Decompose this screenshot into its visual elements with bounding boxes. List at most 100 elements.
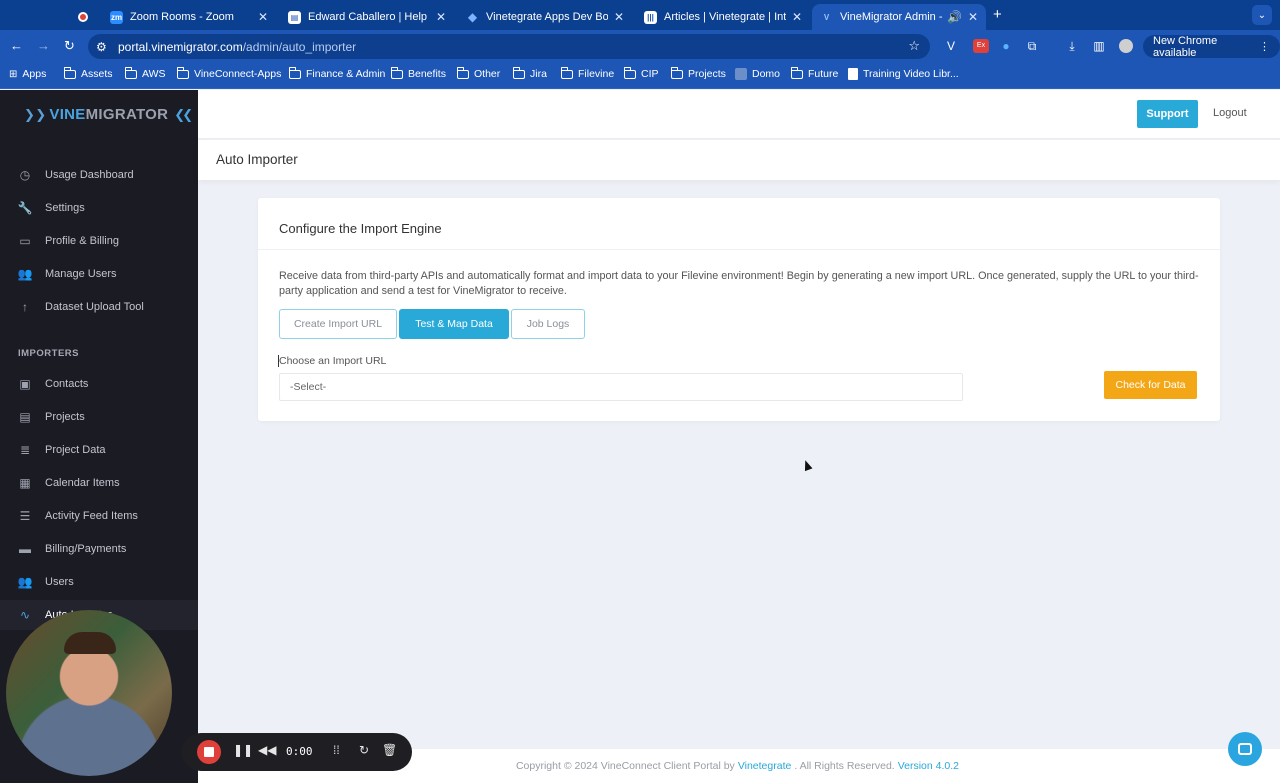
sidebar-item-label: Usage Dashboard <box>45 169 134 181</box>
restart-icon[interactable]: ↻ <box>359 743 369 757</box>
new-chrome-available-button[interactable]: New Chrome available ⋮ <box>1143 35 1280 59</box>
import-url-label: Choose an Import URL <box>277 355 387 367</box>
stop-recording-button[interactable] <box>197 740 221 764</box>
footer-copyright: Copyright © 2024 VineConnect Client Port… <box>515 760 735 772</box>
sidebar-item-dataset-upload-tool[interactable]: ↑ Dataset Upload Tool <box>0 292 198 322</box>
close-icon[interactable]: ✕ <box>436 10 446 24</box>
trash-icon[interactable]: 🗑 <box>382 743 397 757</box>
bookmark-folder[interactable]: Filevine <box>560 66 615 80</box>
sidebar-item-manage-users[interactable]: 👥 Manage Users <box>0 259 198 289</box>
back-arrow-icon[interactable]: ← <box>10 38 23 53</box>
vine-extension-icon[interactable]: V <box>944 39 958 53</box>
bookmark-folder[interactable]: Projects <box>670 66 726 80</box>
folder-icon <box>512 66 525 79</box>
bookmark-label: Domo <box>752 68 781 80</box>
tab-test-map-data[interactable]: Test & Map Data <box>399 309 509 339</box>
pause-icon[interactable]: ❚❚ <box>233 743 253 757</box>
bookmark-folder[interactable]: Other <box>456 66 500 80</box>
profile-avatar-icon[interactable] <box>1119 39 1133 53</box>
helpdesk-icon: ▤ <box>288 10 301 24</box>
sidebar-item-billing-payments[interactable]: ▬ Billing/Payments <box>0 534 198 564</box>
zoom-extension-icon[interactable]: ● <box>999 39 1013 53</box>
bookmark-domo[interactable]: Domo <box>735 68 780 80</box>
browser-tab[interactable]: ◆ Vinetegrate Apps Dev Board - ✕ <box>458 4 632 30</box>
calendar-icon: ▦ <box>19 476 31 490</box>
browser-tab-active[interactable]: V VineMigrator Admin - Auto 🔊 ✕ <box>812 4 986 30</box>
forward-arrow-icon[interactable]: → <box>37 38 50 53</box>
logout-link[interactable]: Logout <box>1213 107 1247 119</box>
logo-migrator-text: MIGRATOR <box>85 106 169 123</box>
page-title: Auto Importer <box>216 152 298 167</box>
bookmark-folder[interactable]: Assets <box>63 66 113 80</box>
new-tab-plus-icon[interactable]: + <box>993 6 1002 23</box>
browser-tab[interactable]: ||| Articles | Vinetegrate | Interco ✕ <box>636 4 810 30</box>
sidebar-item-settings[interactable]: 🔧 Settings <box>0 193 198 223</box>
sidebar-item-label: Activity Feed Items <box>45 510 138 522</box>
sidebar-item-profile-billing[interactable]: ▭ Profile & Billing <box>0 226 198 256</box>
collapse-sidebar-icon[interactable]: ❮❮ <box>174 107 193 123</box>
tab-create-import-url[interactable]: Create Import URL <box>279 309 397 339</box>
recording-timer: 0:00 <box>286 745 313 758</box>
speaker-icon[interactable]: 🔊 <box>947 10 962 24</box>
tab-search-chevron-icon[interactable]: ⌄ <box>1252 5 1272 25</box>
sidebar-item-projects[interactable]: ▤ Projects <box>0 402 198 432</box>
extensions-puzzle-icon[interactable]: ⧉ <box>1025 39 1039 53</box>
users-icon: 👥 <box>17 267 33 281</box>
address-bar[interactable]: ⚙ portal.vinemigrator.com/admin/auto_imp… <box>88 34 930 59</box>
rewind-icon[interactable]: ◀◀ <box>258 743 276 757</box>
grid-icon[interactable]: ⁞⁞ <box>333 743 340 757</box>
reload-icon[interactable]: ↻ <box>64 38 75 54</box>
bookmark-label: CIP <box>641 68 659 80</box>
chat-launcher-button[interactable] <box>1228 732 1262 766</box>
close-icon[interactable]: ✕ <box>614 10 624 24</box>
sidebar-item-contacts[interactable]: ▣ Contacts <box>0 369 198 399</box>
bookmark-folder[interactable]: Finance & Admin <box>288 66 385 80</box>
close-icon[interactable]: ✕ <box>968 10 978 24</box>
bookmark-label: Assets <box>81 68 113 80</box>
sidebar-item-calendar-items[interactable]: ▦ Calendar Items <box>0 468 198 498</box>
bookmark-label: Filevine <box>578 68 615 80</box>
sidebar-item-label: Profile & Billing <box>45 235 119 247</box>
import-url-select[interactable]: -Select- <box>279 373 963 401</box>
bookmark-label: Benefits <box>408 68 446 80</box>
browser-tab[interactable]: zm Zoom Rooms - Zoom ✕ <box>102 4 276 30</box>
support-button[interactable]: Support <box>1137 100 1198 128</box>
vinemigrator-logo[interactable]: ❯❯ VINE MIGRATOR ❮❮ <box>24 106 193 123</box>
sidebar-item-users[interactable]: 👥 Users <box>0 567 198 597</box>
browser-tab-title: Vinetegrate Apps Dev Board - <box>486 11 608 23</box>
credit-card-icon: ▬ <box>19 542 31 556</box>
sidebar-item-project-data[interactable]: ≣ Project Data <box>0 435 198 465</box>
bookmark-folder[interactable]: VineConnect-Apps <box>176 66 281 80</box>
check-for-data-button[interactable]: Check for Data <box>1104 371 1197 399</box>
url-text: portal.vinemigrator.com/admin/auto_impor… <box>118 40 356 54</box>
kebab-menu-icon[interactable]: ⋮ <box>1259 40 1270 53</box>
bookmark-folder[interactable]: CIP <box>623 66 659 80</box>
download-icon[interactable]: ⤓ <box>1065 39 1079 53</box>
site-info-icon[interactable]: ⚙ <box>96 40 112 54</box>
sidebar-item-usage-dashboard[interactable]: ◷ Usage Dashboard <box>0 160 198 190</box>
mouse-cursor-icon <box>801 458 813 472</box>
folder-icon <box>390 66 403 79</box>
wrench-icon: 🔧 <box>17 201 33 215</box>
close-icon[interactable]: ✕ <box>792 10 802 24</box>
bookmark-star-icon[interactable]: ☆ <box>908 38 920 54</box>
bookmark-folder[interactable]: Jira <box>512 66 547 80</box>
folder-icon <box>670 66 683 79</box>
sidebar-item-activity-feed-items[interactable]: ☰ Activity Feed Items <box>0 501 198 531</box>
bookmark-folder[interactable]: Benefits <box>390 66 446 80</box>
bookmark-folder[interactable]: AWS <box>124 66 166 80</box>
bookmark-training[interactable]: Training Video Libr... <box>848 68 959 80</box>
domo-icon <box>735 68 747 80</box>
extension-badge-icon[interactable]: Ex <box>973 39 989 53</box>
bookmark-folder[interactable]: Future <box>790 66 838 80</box>
webcam-person <box>64 632 116 654</box>
side-panel-icon[interactable]: ▥ <box>1092 39 1106 53</box>
close-icon[interactable]: ✕ <box>258 10 268 24</box>
apps-grid-icon: ⊞ <box>9 68 18 80</box>
browser-tab-title: Zoom Rooms - Zoom <box>130 11 234 23</box>
browser-tab-recording[interactable] <box>70 4 100 30</box>
browser-tab[interactable]: ▤ Edward Caballero | Help Desk - ✕ <box>280 4 454 30</box>
footer-company-link[interactable]: Vinetegrate <box>738 760 792 772</box>
bookmark-apps[interactable]: ⊞ Apps <box>9 68 46 80</box>
tab-job-logs[interactable]: Job Logs <box>511 309 585 339</box>
